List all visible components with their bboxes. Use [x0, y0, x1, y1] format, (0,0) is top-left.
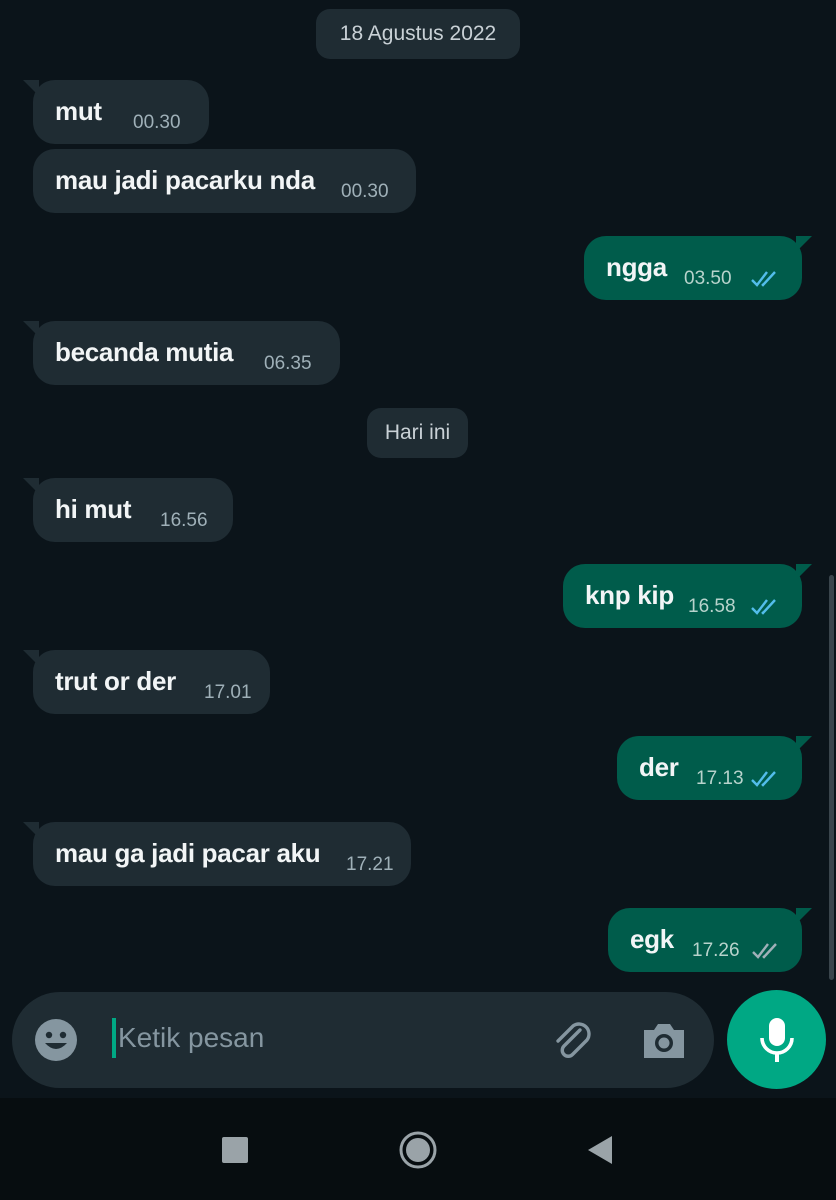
message-text: becanda mutia: [55, 337, 234, 367]
paperclip-icon[interactable]: [550, 1018, 596, 1064]
bubble-tail: [23, 822, 39, 838]
emoji-icon[interactable]: [34, 1018, 78, 1062]
message-composer: Ketik pesan: [12, 992, 714, 1088]
bubble-tail: [23, 321, 39, 337]
read-double-tick-icon: [751, 599, 776, 615]
home-circle-icon[interactable]: [398, 1130, 438, 1170]
bubble-tail: [796, 564, 812, 580]
message-time: 17.01: [204, 682, 252, 703]
message-text: der: [639, 752, 679, 782]
incoming-message[interactable]: mut 00.30: [23, 80, 209, 144]
date-separator-label: Hari ini: [384, 421, 451, 444]
incoming-message[interactable]: trut or der 17.01: [23, 650, 270, 714]
bubble-tail: [23, 650, 39, 666]
delivered-double-tick-icon: [752, 943, 777, 959]
microphone-icon: [760, 1018, 794, 1062]
camera-icon[interactable]: [640, 1018, 688, 1062]
recents-square-icon[interactable]: [222, 1137, 248, 1163]
message-time: 16.56: [160, 510, 208, 531]
message-time: 06.35: [264, 353, 312, 374]
message-time: 00.30: [341, 181, 389, 202]
bubble-tail: [796, 908, 812, 924]
bubble-tail: [796, 236, 812, 252]
message-text: hi mut: [55, 494, 132, 524]
date-separator-label: 18 Agustus 2022: [339, 22, 497, 45]
message-text: ngga: [606, 252, 667, 282]
message-text: mau ga jadi pacar aku: [55, 838, 321, 868]
outgoing-message[interactable]: egk 17.26: [608, 908, 812, 972]
outgoing-message[interactable]: der 17.13: [617, 736, 812, 800]
incoming-message[interactable]: mau jadi pacarku nda 00.30: [33, 149, 416, 213]
incoming-message[interactable]: becanda mutia 06.35: [23, 321, 340, 385]
read-double-tick-icon: [751, 271, 776, 287]
date-separator: 18 Agustus 2022: [316, 9, 520, 59]
message-time: 17.26: [692, 940, 740, 961]
bubble-tail: [23, 80, 39, 96]
message-text: mau jadi pacarku nda: [55, 165, 315, 195]
date-separator: Hari ini: [367, 408, 468, 458]
message-text: trut or der: [55, 666, 176, 696]
incoming-message[interactable]: mau ga jadi pacar aku 17.21: [23, 822, 411, 886]
message-time: 17.21: [346, 854, 394, 875]
text-caret: [112, 1018, 116, 1058]
message-text: egk: [630, 924, 674, 954]
read-double-tick-icon: [751, 771, 776, 787]
chat-area: 18 Agustus 2022 mut 00.30 mau jadi pacar…: [0, 0, 836, 990]
message-input[interactable]: Ketik pesan: [118, 1022, 264, 1054]
message-time: 17.13: [696, 768, 744, 789]
incoming-message[interactable]: hi mut 16.56: [23, 478, 233, 542]
message-text: mut: [55, 96, 102, 126]
message-time: 16.58: [688, 596, 736, 617]
bubble-tail: [796, 736, 812, 752]
bubble-tail: [23, 478, 39, 494]
microphone-button[interactable]: [727, 990, 826, 1089]
message-time: 00.30: [133, 112, 181, 133]
message-time: 03.50: [684, 268, 732, 289]
message-text: knp kip: [585, 580, 674, 610]
scrollbar[interactable]: [829, 575, 834, 980]
outgoing-message[interactable]: knp kip 16.58: [563, 564, 812, 628]
back-triangle-icon[interactable]: [586, 1134, 614, 1166]
outgoing-message[interactable]: ngga 03.50: [584, 236, 812, 300]
